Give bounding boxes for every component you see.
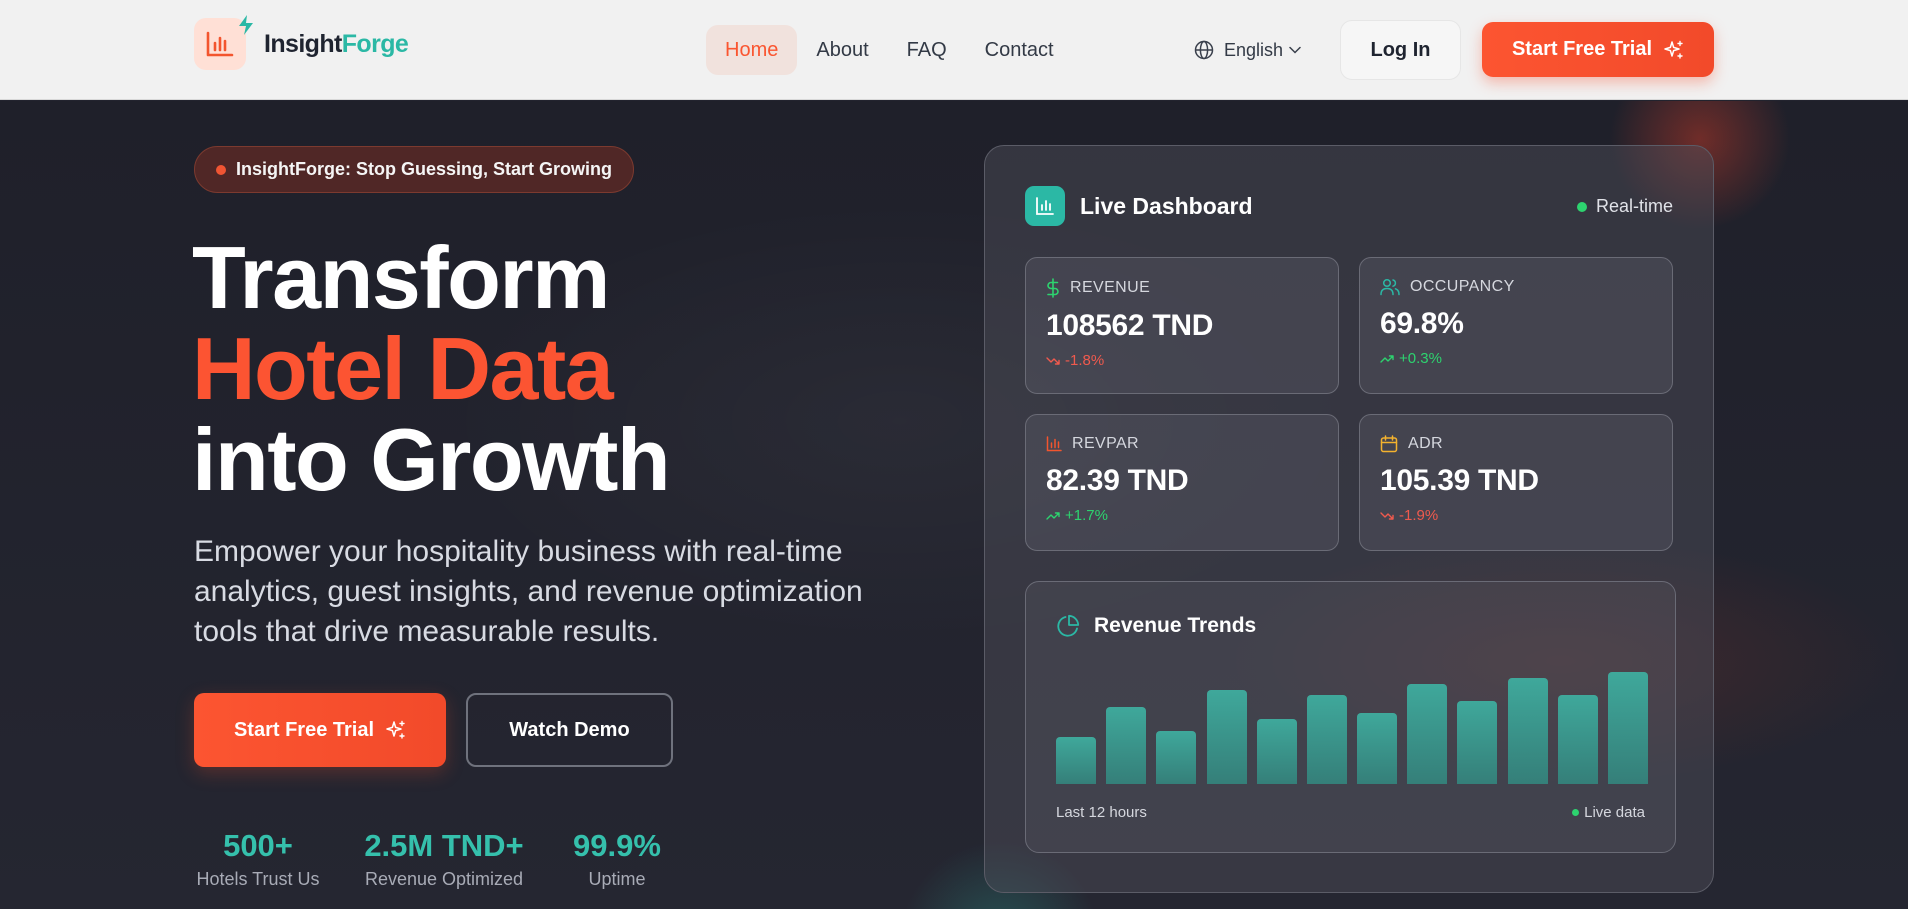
metric-change: -1.8% <box>1065 352 1105 369</box>
stat-label: Revenue Optimized <box>364 869 524 889</box>
metric-card-revenue: REVENUE 108562 TND -1.8% <box>1025 257 1339 394</box>
metric-card-revpar: REVPAR 82.39 TND +1.7% <box>1025 414 1339 551</box>
brand-logo[interactable]: InsightForge <box>194 15 409 70</box>
badge-text: InsightForge: Stop Guessing, Start Growi… <box>236 159 613 179</box>
navbar: InsightForge Home About FAQ Contact Engl… <box>0 0 1908 100</box>
stat-revenue: 2.5M TND+ Revenue Optimized <box>356 828 532 892</box>
bar-chart-icon <box>1046 436 1062 452</box>
revenue-bar <box>1307 695 1347 784</box>
language-label: English <box>1224 39 1284 60</box>
stat-uptime: 99.9% Uptime <box>566 828 668 892</box>
metric-change: +0.3% <box>1399 350 1442 367</box>
realtime-indicator: Real-time <box>1576 196 1673 217</box>
nav-link-home[interactable]: Home <box>706 25 798 75</box>
dashboard-title: Live Dashboard <box>1080 192 1253 219</box>
logo-chart-icon <box>194 15 253 70</box>
nav-link-faq[interactable]: FAQ <box>888 25 966 75</box>
dashboard-header: Live Dashboard <box>1025 186 1253 226</box>
revenue-bar <box>1407 684 1447 784</box>
metric-card-adr: ADR 105.39 TND -1.9% <box>1359 414 1673 551</box>
watch-demo-button[interactable]: Watch Demo <box>466 693 673 767</box>
revenue-bar <box>1156 731 1196 784</box>
stat-value: 2.5M TND+ <box>364 828 524 863</box>
headline-line-2: Hotel Data <box>192 319 614 418</box>
stat-label: Hotels Trust Us <box>196 869 320 889</box>
subtitle-line: tools that drive measurable results. <box>194 615 660 648</box>
stat-value: 99.9% <box>573 828 661 863</box>
revenue-bar <box>1257 719 1297 784</box>
start-trial-label: Start Free Trial <box>1511 38 1653 60</box>
revenue-bar <box>1056 737 1096 784</box>
hero-badge: InsightForge: Stop Guessing, Start Growi… <box>194 146 635 193</box>
trend-up-icon <box>1380 354 1394 363</box>
metric-value: 69.8% <box>1380 307 1464 340</box>
metric-label: ADR <box>1408 435 1443 452</box>
revenue-bar <box>1608 672 1648 784</box>
revenue-bar <box>1207 690 1247 784</box>
revenue-bar <box>1508 678 1548 784</box>
calendar-icon <box>1380 435 1398 453</box>
headline-line-1: Transform <box>192 228 610 327</box>
metric-change: -1.9% <box>1399 507 1439 524</box>
trend-up-icon <box>1046 511 1060 520</box>
chevron-down-icon <box>1289 46 1301 54</box>
subtitle-line: analytics, guest insights, and revenue o… <box>194 575 863 608</box>
login-button[interactable]: Log In <box>1340 20 1461 80</box>
trend-down-icon <box>1046 356 1060 365</box>
trend-down-icon <box>1380 511 1394 520</box>
subtitle-line: Empower your hospitality business with r… <box>194 535 843 568</box>
revenue-bar-chart <box>1056 666 1648 784</box>
nav-links: Home About FAQ Contact <box>706 25 1073 75</box>
live-dashboard-card: Live Dashboard Real-time REVENUE 108562 … <box>984 145 1714 893</box>
status-dot-icon <box>1572 809 1580 816</box>
metric-card-occupancy: OCCUPANCY 69.8% +0.3% <box>1359 257 1673 394</box>
bolt-icon <box>239 15 253 35</box>
nav-link-contact[interactable]: Contact <box>966 25 1073 75</box>
stat-value: 500+ <box>223 828 293 863</box>
trend-title: Revenue Trends <box>1094 614 1257 637</box>
users-icon <box>1380 278 1400 296</box>
metric-value: 108562 TND <box>1046 309 1214 342</box>
globe-icon <box>1194 40 1214 60</box>
nav-link-about[interactable]: About <box>797 25 887 75</box>
start-trial-button[interactable]: Start Free Trial <box>194 693 446 767</box>
metric-value: 82.39 TND <box>1046 464 1189 497</box>
badge-dot-icon <box>216 164 226 175</box>
stat-label: Uptime <box>588 869 646 889</box>
realtime-label: Real-time <box>1595 196 1673 216</box>
bar-chart-icon <box>1025 186 1065 226</box>
stat-hotels: 500+ Hotels Trust Us <box>194 828 322 892</box>
language-selector[interactable]: English <box>1194 25 1301 75</box>
metric-value: 105.39 TND <box>1380 464 1539 497</box>
metric-label: REVENUE <box>1070 279 1151 296</box>
start-trial-button-nav[interactable]: Start Free Trial <box>1482 22 1714 77</box>
metric-label: REVPAR <box>1072 435 1140 452</box>
revenue-bar <box>1106 707 1146 784</box>
live-data-indicator: Live data <box>1572 804 1645 821</box>
live-data-label: Live data <box>1584 804 1645 821</box>
brand-name: InsightForge <box>264 29 409 58</box>
status-dot-icon <box>1576 201 1587 212</box>
headline-line-3: into Growth <box>192 410 671 509</box>
revenue-trends-panel: Revenue Trends Last 12 hours Live data <box>1025 581 1676 853</box>
pie-chart-icon <box>1057 614 1080 637</box>
revenue-bar <box>1558 695 1598 784</box>
revenue-bar <box>1357 713 1397 784</box>
trend-period-label: Last 12 hours <box>1056 804 1147 821</box>
revenue-bar <box>1457 701 1497 784</box>
sparkle-icon <box>1664 40 1683 59</box>
dollar-icon <box>1047 278 1059 298</box>
sparkle-icon <box>386 720 405 739</box>
start-trial-label: Start Free Trial <box>233 718 375 741</box>
hero-subtitle: Empower your hospitality business with r… <box>194 532 934 652</box>
metric-change: +1.7% <box>1065 507 1108 524</box>
metric-label: OCCUPANCY <box>1410 278 1515 295</box>
